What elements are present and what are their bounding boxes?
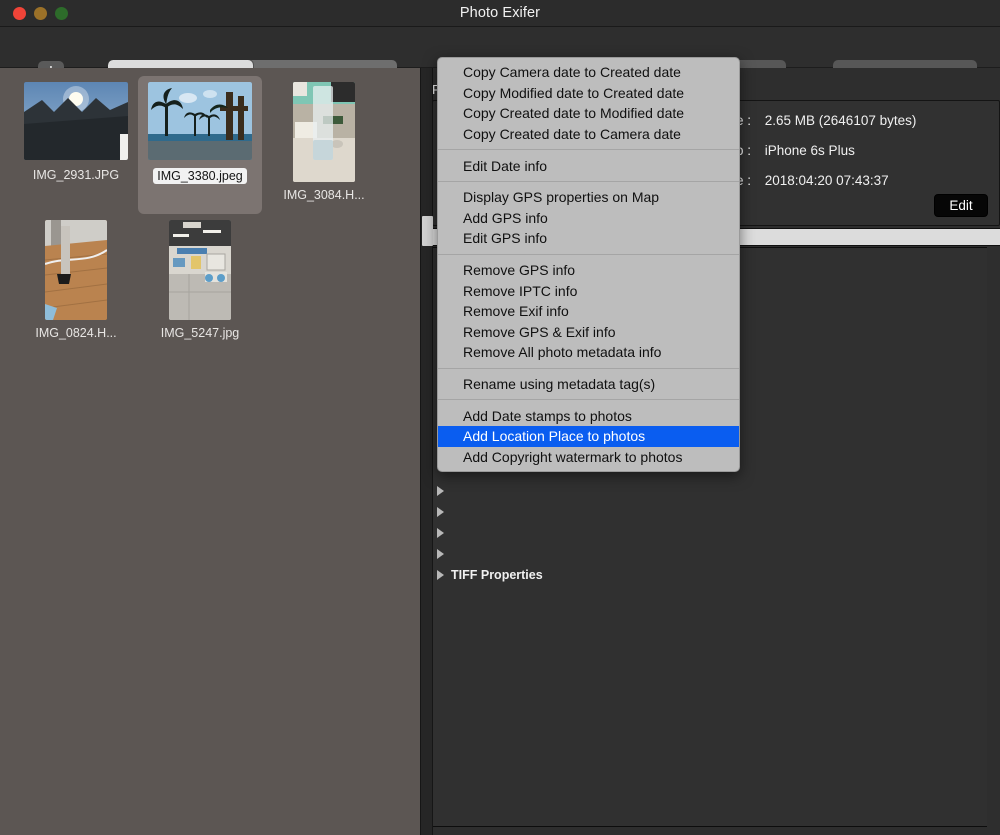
- disclosure-triangle-icon[interactable]: [437, 485, 444, 496]
- menu-item-remove-gps-info[interactable]: Remove GPS info: [438, 260, 739, 281]
- photo-station-platform: [169, 220, 231, 320]
- menu-item-add-copyright-watermark[interactable]: Add Copyright watermark to photos: [438, 447, 739, 468]
- thumbnail-image[interactable]: [148, 82, 252, 160]
- thumbnail-image[interactable]: [24, 82, 128, 160]
- menu-item-remove-all-metadata-info[interactable]: Remove All photo metadata info: [438, 342, 739, 363]
- menu-item-remove-iptc-info[interactable]: Remove IPTC info: [438, 280, 739, 301]
- menu-separator: [438, 180, 739, 182]
- metadata-row[interactable]: [431, 480, 999, 501]
- metadata-row-tiff-properties[interactable]: TIFF Properties: [431, 564, 999, 585]
- photo-pane-scrollbar[interactable]: [420, 68, 433, 835]
- thumbnail-item[interactable]: IMG_3084.H...: [262, 76, 386, 214]
- thumbnail-filename: IMG_3084.H...: [283, 188, 365, 202]
- edit-button[interactable]: Edit: [934, 194, 988, 217]
- disclosure-triangle-icon[interactable]: [437, 569, 444, 580]
- disclosure-triangle-icon[interactable]: [437, 548, 444, 559]
- menu-item-add-location-place[interactable]: Add Location Place to photos: [438, 425, 739, 447]
- thumbnail-filename: IMG_0824.H...: [35, 326, 117, 340]
- thumbnail-filename: IMG_3380.jpeg: [153, 168, 247, 184]
- title-bar: Photo Exifer: [0, 0, 1000, 27]
- disclosure-triangle-icon[interactable]: [437, 506, 444, 517]
- quick-action-menu[interactable]: Copy Camera date to Created date Copy Mo…: [437, 57, 740, 473]
- photo-browser-pane: IMG_2931.JPG IMG_3380.jpeg IMG_3084.H...…: [0, 68, 420, 835]
- metadata-row[interactable]: [431, 522, 999, 543]
- thumbnail-item[interactable]: IMG_2931.JPG: [14, 76, 138, 214]
- photo-palm-beach: [148, 82, 252, 160]
- metadata-row[interactable]: [431, 501, 999, 522]
- menu-item-edit-date-info[interactable]: Edit Date info: [438, 155, 739, 176]
- menu-item-copy-camera-to-created[interactable]: Copy Camera date to Created date: [438, 62, 739, 83]
- thumbnail-item[interactable]: IMG_0824.H...: [14, 214, 138, 352]
- photo-temple-sun: [24, 82, 128, 160]
- menu-item-edit-gps-info[interactable]: Edit GPS info: [438, 228, 739, 249]
- camera-info-value: iPhone 6s Plus: [764, 143, 855, 158]
- thumbnail-image[interactable]: [293, 82, 355, 182]
- thumbnail-item[interactable]: IMG_5247.jpg: [138, 214, 262, 352]
- menu-separator: [438, 253, 739, 255]
- menu-item-copy-created-to-modified[interactable]: Copy Created date to Modified date: [438, 103, 739, 124]
- metadata-row[interactable]: [431, 543, 999, 564]
- photo-glass-desk: [293, 82, 355, 182]
- file-size-value: 2.65 MB (2646107 bytes): [764, 113, 917, 128]
- menu-separator: [438, 367, 739, 369]
- menu-item-add-date-stamps[interactable]: Add Date stamps to photos: [438, 405, 739, 426]
- thumbnail-item-selected[interactable]: IMG_3380.jpeg: [138, 76, 262, 214]
- menu-item-copy-created-to-camera[interactable]: Copy Created date to Camera date: [438, 124, 739, 145]
- info-pane-scrollbar[interactable]: [987, 246, 1000, 835]
- photo-floor-cable: [45, 220, 107, 320]
- thumbnail-filename: IMG_5247.jpg: [160, 326, 240, 340]
- thumbnail-filename: IMG_2931.JPG: [32, 168, 120, 182]
- thumbnail-image[interactable]: [45, 220, 107, 320]
- menu-item-add-gps-info[interactable]: Add GPS info: [438, 208, 739, 229]
- window-title: Photo Exifer: [459, 5, 541, 21]
- app-window: Photo Exifer + Local Photo Camera Photo …: [0, 0, 1000, 835]
- menu-item-display-gps-on-map[interactable]: Display GPS properties on Map: [438, 187, 739, 208]
- menu-item-rename-using-metadata-tags[interactable]: Rename using metadata tag(s): [438, 374, 739, 395]
- thumbnail-grid: IMG_2931.JPG IMG_3380.jpeg IMG_3084.H...…: [14, 76, 414, 352]
- scrollbar-thumb[interactable]: [422, 216, 433, 246]
- menu-separator: [438, 399, 739, 401]
- menu-item-remove-exif-info[interactable]: Remove Exif info: [438, 301, 739, 322]
- capture-date-value: 2018:04:20 07:43:37: [764, 173, 889, 188]
- menu-item-copy-modified-to-created[interactable]: Copy Modified date to Created date: [438, 83, 739, 104]
- menu-separator: [438, 149, 739, 151]
- disclosure-triangle-icon[interactable]: [437, 527, 444, 538]
- menu-item-remove-gps-and-exif-info[interactable]: Remove GPS & Exif info: [438, 322, 739, 343]
- thumbnail-image[interactable]: [169, 220, 231, 320]
- metadata-row-label: TIFF Properties: [451, 567, 543, 582]
